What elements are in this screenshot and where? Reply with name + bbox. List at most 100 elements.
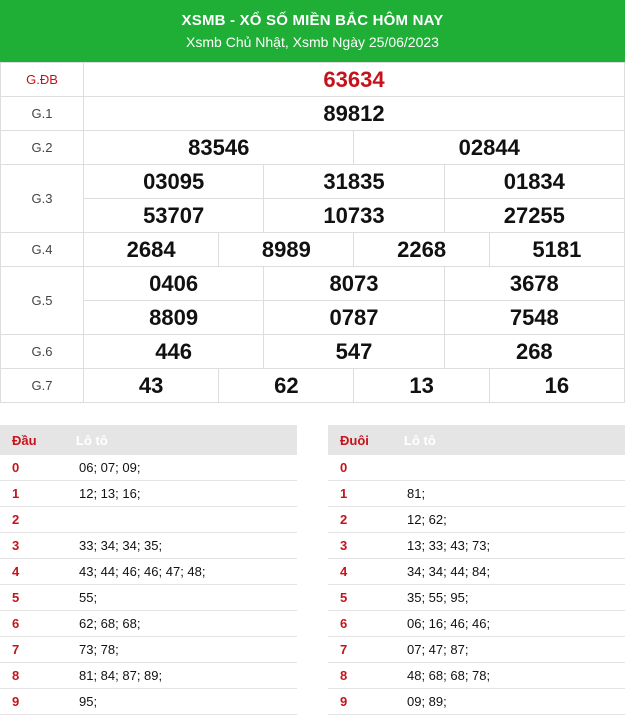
prize-number: 01834 xyxy=(443,164,625,199)
prize-label: G.2 xyxy=(0,130,84,165)
prize-number: 2684 xyxy=(82,232,220,267)
prize-number: 83546 xyxy=(82,130,355,165)
loto-dau-row: 0 06; 07; 09; xyxy=(0,455,297,481)
loto-header-row: Đầu Lô tô xyxy=(0,425,297,455)
loto-duoi-key: 1 xyxy=(328,480,392,507)
loto-dau-values: 81; 84; 87; 89; xyxy=(64,662,297,689)
loto-duoi-head-key: Đuôi xyxy=(328,425,392,455)
prize-number: 446 xyxy=(82,334,265,369)
loto-duoi-values xyxy=(392,455,625,481)
loto-dau-values xyxy=(64,506,297,533)
prize-number: 3678 xyxy=(443,266,625,301)
prize-number: 27255 xyxy=(443,198,625,233)
prize-label: G.ĐB xyxy=(0,62,84,97)
prize-number: 89812 xyxy=(83,96,625,131)
prize-number: 62 xyxy=(218,368,355,403)
loto-dau-key: 1 xyxy=(0,480,64,507)
prize-number: 43 xyxy=(82,368,220,403)
loto-duoi-key: 4 xyxy=(328,558,392,585)
loto-dau-values: 62; 68; 68; xyxy=(64,610,297,637)
loto-duoi-row: 5 35; 55; 95; xyxy=(328,584,625,611)
loto-duoi-row: 9 09; 89; xyxy=(328,688,625,715)
loto-duoi-key: 8 xyxy=(328,662,392,689)
page-subtitle: Xsmb Chủ Nhật, Xsmb Ngày 25/06/2023 xyxy=(186,34,439,50)
prize-number: 16 xyxy=(488,368,625,403)
loto-duoi-key: 0 xyxy=(328,455,392,481)
loto-duoi-values: 12; 62; xyxy=(392,506,625,533)
loto-duoi-row: 7 07; 47; 87; xyxy=(328,636,625,663)
loto-dau-key: 4 xyxy=(0,558,64,585)
loto-dau-values: 12; 13; 16; xyxy=(64,480,297,507)
prize-label: G.5 xyxy=(0,266,84,335)
prize-row-g7: G.7 43 62 13 16 xyxy=(0,368,625,403)
loto-duoi-key: 7 xyxy=(328,636,392,663)
loto-dau-row: 3 33; 34; 34; 35; xyxy=(0,532,297,559)
loto-duoi-key: 6 xyxy=(328,610,392,637)
results-table: G.ĐB 63634 G.1 89812 G.2 83546 02844 G.3… xyxy=(0,62,625,403)
prize-number: 10733 xyxy=(263,198,445,233)
prize-row-g4: G.4 2684 8989 2268 5181 xyxy=(0,232,625,267)
loto-dau-key: 7 xyxy=(0,636,64,663)
loto-duoi-values: 09; 89; xyxy=(392,688,625,715)
loto-duoi-row: 6 06; 16; 46; 46; xyxy=(328,610,625,637)
prize-number: 0406 xyxy=(82,266,265,301)
prize-number: 268 xyxy=(443,334,625,369)
loto-dau-values: 06; 07; 09; xyxy=(64,455,297,481)
prize-label: G.7 xyxy=(0,368,84,403)
prize-number: 31835 xyxy=(263,164,445,199)
loto-dau-row: 2 xyxy=(0,506,297,533)
loto-duoi-values: 13; 33; 43; 73; xyxy=(392,532,625,559)
prize-label: G.3 xyxy=(0,164,84,233)
loto-dau-row: 7 73; 78; xyxy=(0,636,297,663)
prize-row-g5b: 8809 0787 7548 xyxy=(1,300,625,335)
prize-number: 2268 xyxy=(353,232,490,267)
loto-duoi-row: 8 48; 68; 68; 78; xyxy=(328,662,625,689)
loto-dau-key: 3 xyxy=(0,532,64,559)
loto-duoi-values: 48; 68; 68; 78; xyxy=(392,662,625,689)
loto-dau-table: Đầu Lô tô 0 06; 07; 09; 1 12; 13; 16; 2 3 33; … xyxy=(0,425,297,715)
page-title: XSMB - XỔ SỐ MIỀN BẮC HÔM NAY xyxy=(181,12,444,29)
prize-row-g2: G.2 83546 02844 xyxy=(0,130,625,165)
prize-row-g5: G.5 0406 8073 3678 xyxy=(0,266,625,335)
loto-dau-key: 5 xyxy=(0,584,64,611)
prize-label: G.6 xyxy=(0,334,84,369)
loto-duoi-key: 9 xyxy=(328,688,392,715)
loto-duoi-key: 3 xyxy=(328,532,392,559)
loto-duoi-values: 81; xyxy=(392,480,625,507)
loto-duoi-row: 3 13; 33; 43; 73; xyxy=(328,532,625,559)
prize-number: 02844 xyxy=(353,130,625,165)
loto-dau-row: 5 55; xyxy=(0,584,297,611)
prize-row-g3: G.3 03095 31835 01834 xyxy=(0,164,625,233)
loto-dau-key: 0 xyxy=(0,455,64,481)
prize-label: G.4 xyxy=(0,232,84,267)
prize-number: 13 xyxy=(353,368,490,403)
prize-row-g1: G.1 89812 xyxy=(0,96,625,131)
prize-number: 7548 xyxy=(443,300,625,335)
loto-duoi-row: 2 12; 62; xyxy=(328,506,625,533)
loto-dau-head-val: Lô tô xyxy=(64,425,297,455)
loto-dau-row: 8 81; 84; 87; 89; xyxy=(0,662,297,689)
loto-duoi-values: 35; 55; 95; xyxy=(392,584,625,611)
prize-number: 547 xyxy=(263,334,445,369)
loto-duoi-head-val: Lô tô xyxy=(392,425,625,455)
loto-dau-head-key: Đầu xyxy=(0,425,64,455)
loto-duoi-row: 0 xyxy=(328,455,625,481)
loto-duoi-table: Đuôi Lô tô 0 1 81; 2 12; 62; 3 13; 33; 43; 73;… xyxy=(328,425,625,715)
prize-label: G.1 xyxy=(0,96,84,131)
prize-number: 03095 xyxy=(82,164,265,199)
prize-number: 53707 xyxy=(82,198,265,233)
prize-row-g3b: 53707 10733 27255 xyxy=(1,198,625,233)
loto-dau-row: 1 12; 13; 16; xyxy=(0,480,297,507)
loto-duoi-key: 5 xyxy=(328,584,392,611)
prize-number: 8809 xyxy=(82,300,265,335)
prize-row-g6: G.6 446 547 268 xyxy=(0,334,625,369)
loto-dau-values: 43; 44; 46; 46; 47; 48; xyxy=(64,558,297,585)
loto-dau-key: 6 xyxy=(0,610,64,637)
loto-dau-values: 33; 34; 34; 35; xyxy=(64,532,297,559)
loto-dau-row: 4 43; 44; 46; 46; 47; 48; xyxy=(0,558,297,585)
loto-header-row: Đuôi Lô tô xyxy=(328,425,625,455)
loto-duoi-row: 1 81; xyxy=(328,480,625,507)
page-header: XSMB - XỔ SỐ MIỀN BẮC HÔM NAY Xsmb Chủ N… xyxy=(0,0,625,62)
loto-section: Đầu Lô tô 0 06; 07; 09; 1 12; 13; 16; 2 3 33; … xyxy=(0,425,625,715)
